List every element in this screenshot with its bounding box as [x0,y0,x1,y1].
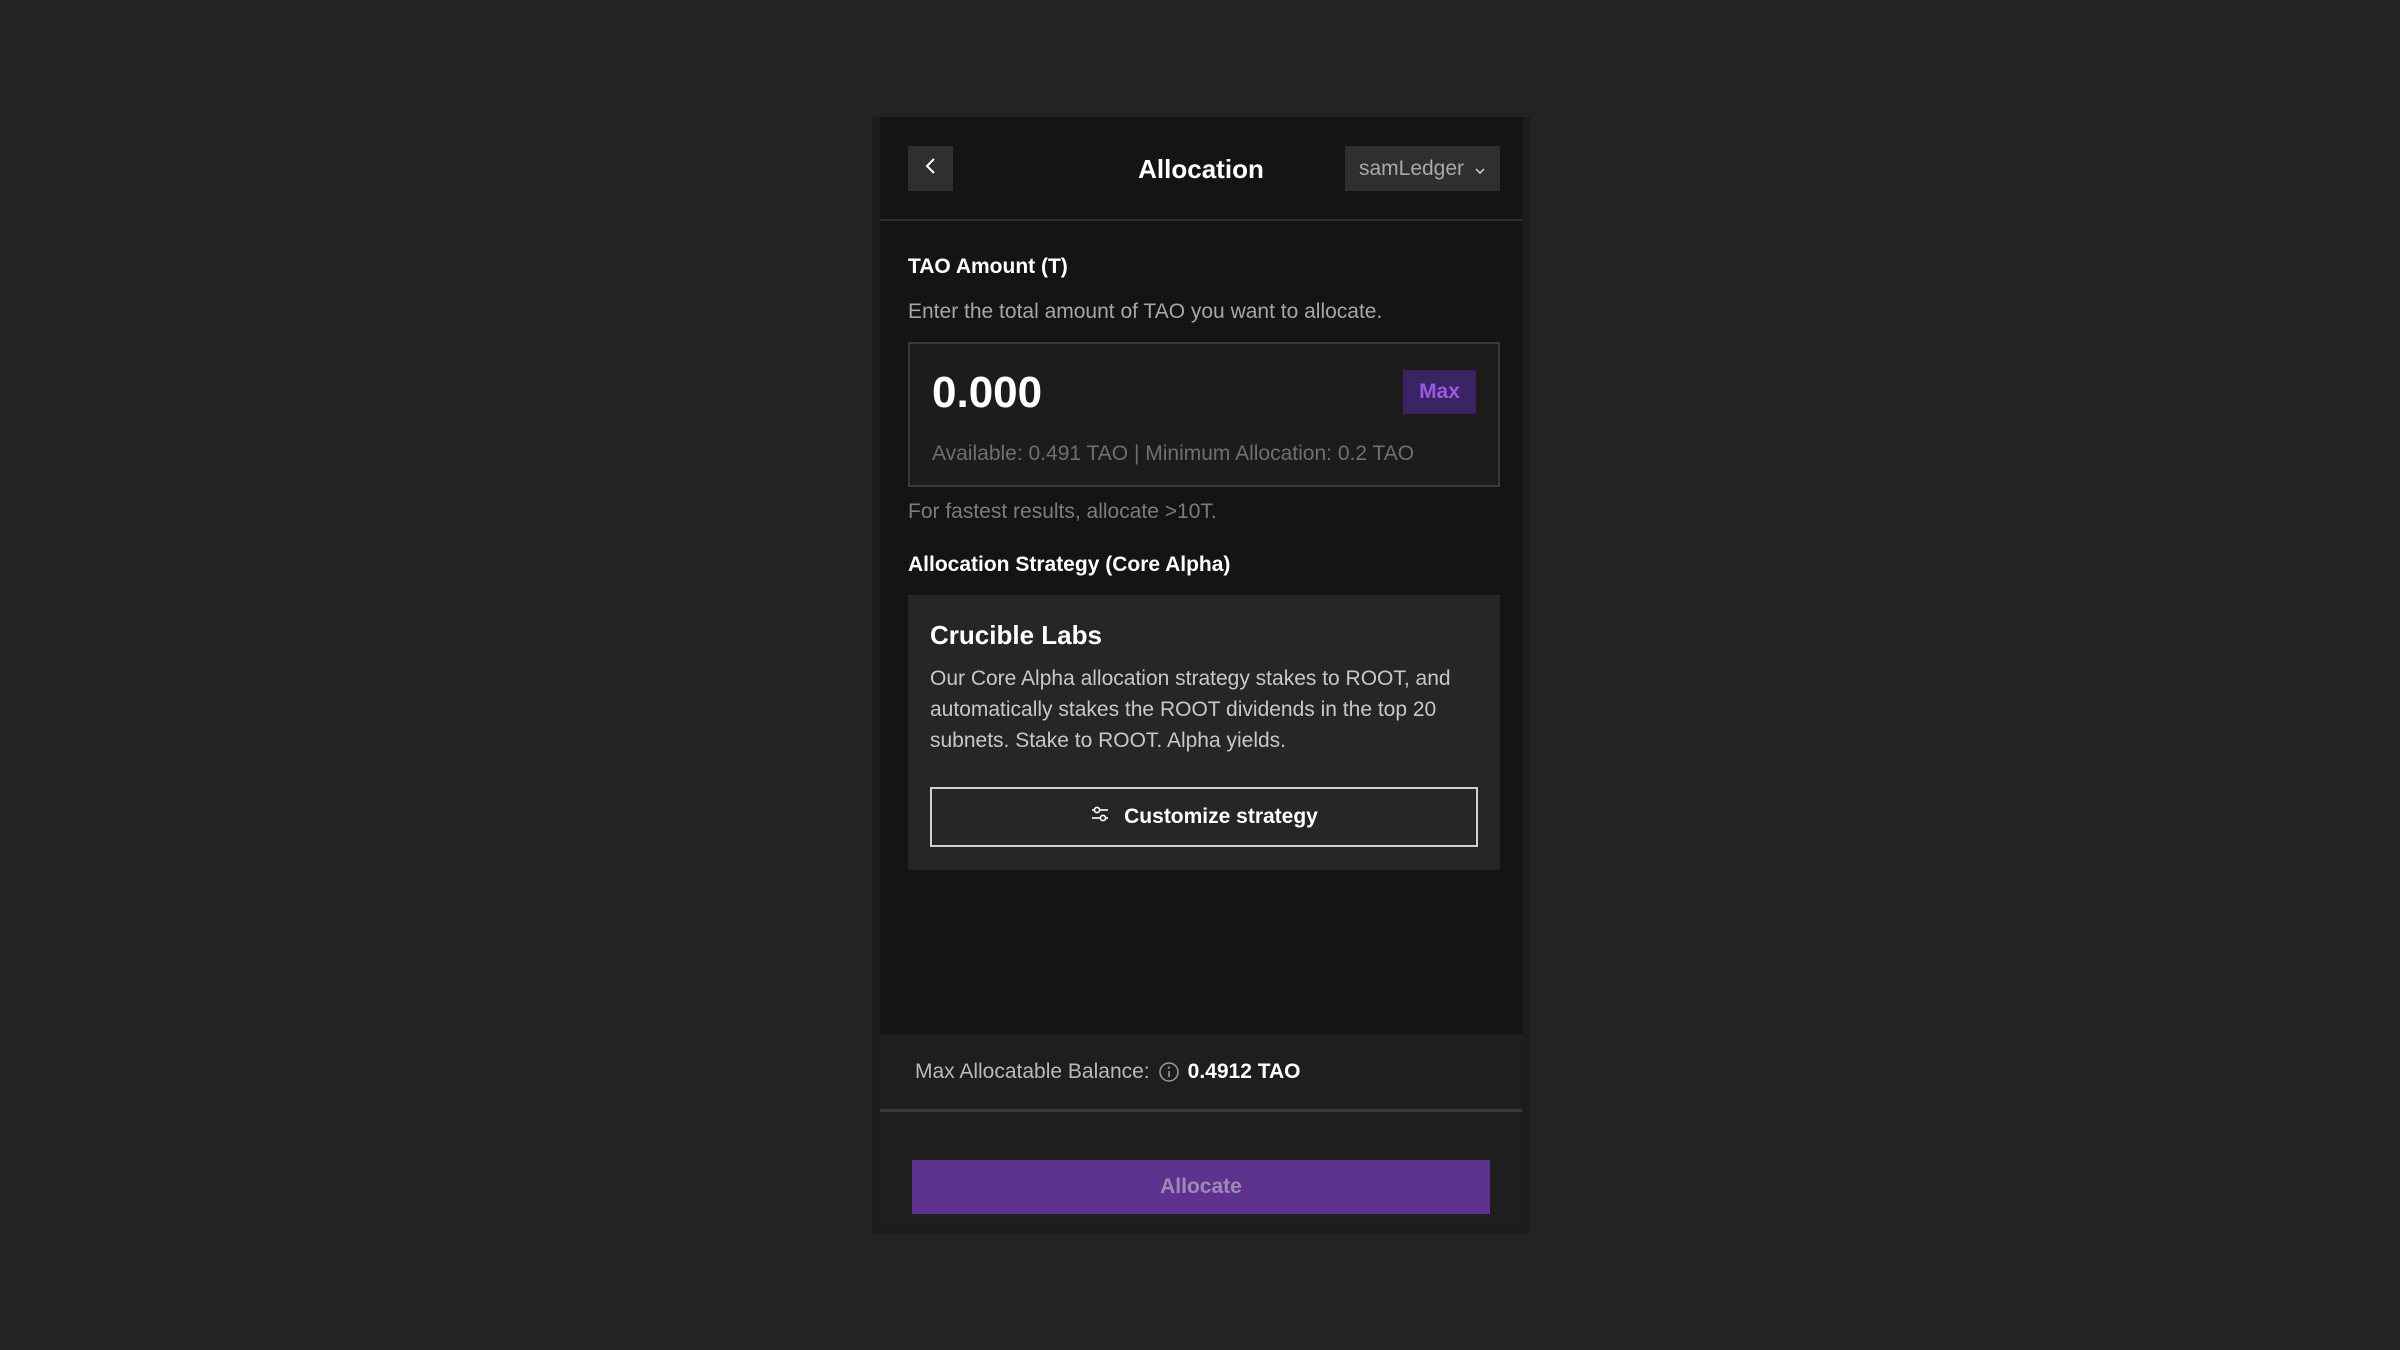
panel-footer: Max Allocatable Balance: 0.4912 TAO Allo… [880,1034,1522,1226]
amount-hint: For fastest results, allocate >10T. [908,500,1217,523]
sliders-icon [1090,805,1110,829]
amount-input-box: Max Available: 0.491 TAO | Minimum Alloc… [908,342,1500,487]
amount-label: TAO Amount (T) [908,255,1068,278]
balance-row: Max Allocatable Balance: 0.4912 TAO [880,1034,1522,1112]
panel-header: Allocation samLedger [880,117,1522,221]
strategy-name: Crucible Labs [930,620,1102,650]
allocate-button[interactable]: Allocate [912,1160,1490,1214]
chevron-left-icon [924,156,938,181]
available-text: Available: 0.491 TAO | Minimum Allocatio… [932,442,1415,465]
balance-value: 0.4912 TAO [1187,1059,1301,1083]
account-dropdown[interactable]: samLedger [1345,146,1500,191]
amount-description: Enter the total amount of TAO you want t… [908,300,1383,323]
chevron-down-icon [1474,157,1486,181]
back-button[interactable] [908,146,953,191]
balance-label: Max Allocatable Balance: [915,1059,1150,1083]
customize-strategy-button[interactable]: Customize strategy [930,787,1478,847]
customize-strategy-label: Customize strategy [1124,805,1318,828]
allocation-panel: Allocation samLedger TAO Amount (T) Ente… [880,117,1522,1226]
amount-input[interactable] [932,366,1332,420]
max-button[interactable]: Max [1403,370,1476,414]
strategy-label: Allocation Strategy (Core Alpha) [908,553,1231,576]
info-icon[interactable] [1158,1061,1180,1083]
strategy-card: Crucible Labs Our Core Alpha allocation … [908,595,1500,870]
strategy-description: Our Core Alpha allocation strategy stake… [930,667,1451,752]
account-name: samLedger [1358,156,1465,180]
